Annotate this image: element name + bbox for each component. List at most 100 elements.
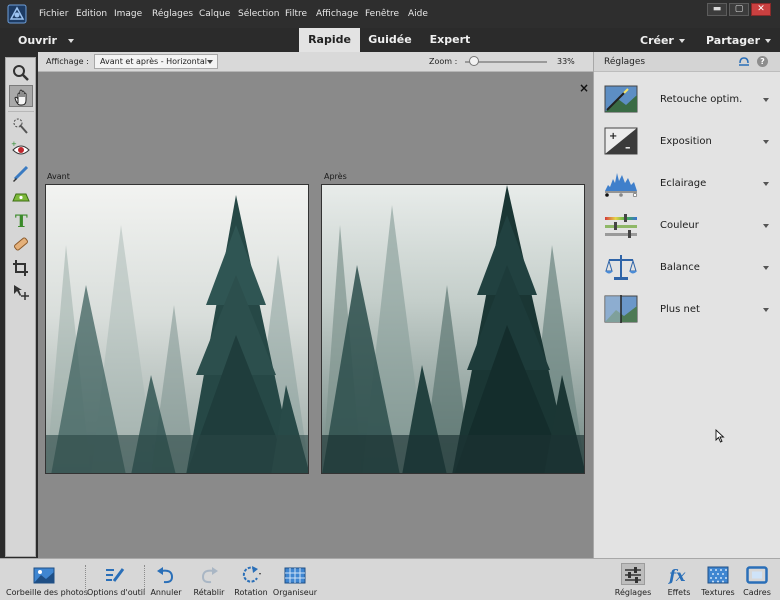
move-tool[interactable] xyxy=(9,281,33,303)
text-tool[interactable]: T xyxy=(9,209,33,231)
tab-expert[interactable]: Expert xyxy=(420,28,480,52)
create-menu-button[interactable]: Créer xyxy=(640,34,674,47)
effects-button[interactable]: fx Effets xyxy=(660,559,698,600)
tab-rapide[interactable]: Rapide xyxy=(299,28,360,52)
hand-tool[interactable] xyxy=(9,85,33,107)
adjustment-exposition[interactable]: + – Exposition xyxy=(594,122,780,164)
open-dropdown-caret-icon[interactable] xyxy=(68,39,74,43)
organizer-icon xyxy=(284,565,306,585)
color-sliders-icon xyxy=(604,211,638,239)
maximize-button[interactable]: ▢ xyxy=(729,3,749,16)
open-menu-button[interactable]: Ouvrir xyxy=(18,34,57,47)
photo-bin-button[interactable]: Corbeille des photos xyxy=(6,559,88,600)
adjustment-eclairage[interactable]: Eclairage xyxy=(594,164,780,206)
spot-healing-tool[interactable] xyxy=(9,233,33,255)
menu-reglages[interactable]: Réglages xyxy=(152,9,193,19)
quick-selection-icon xyxy=(13,118,28,134)
adjustment-label: Retouche optim. xyxy=(660,94,743,105)
menu-fichier[interactable]: Fichier xyxy=(39,9,68,19)
bandage-icon xyxy=(14,237,28,251)
quick-selection-tool[interactable] xyxy=(9,115,33,137)
zoom-tool[interactable] xyxy=(9,62,33,84)
redo-label: Rétablir xyxy=(193,588,225,597)
rotate-button[interactable]: Rotation xyxy=(232,559,270,600)
adjustment-label: Balance xyxy=(660,262,700,273)
adjustments-icon xyxy=(621,563,645,585)
menu-calque[interactable]: Calque xyxy=(199,9,230,19)
type-icon: T xyxy=(15,212,28,231)
tool-options-strip: Affichage : Avant et après - Horizontal … xyxy=(38,52,593,72)
frames-label: Cadres xyxy=(743,588,771,597)
exposure-icon: + – xyxy=(604,127,638,155)
menu-fenetre[interactable]: Fenêtre xyxy=(365,9,399,19)
expand-caret-icon xyxy=(763,266,769,270)
bottom-bar: Corbeille des photos Options d'outil Ann… xyxy=(0,558,780,600)
expand-caret-icon xyxy=(763,308,769,312)
zoom-slider-knob[interactable] xyxy=(468,56,479,66)
share-dropdown-caret-icon[interactable] xyxy=(765,39,771,43)
menubar: Fichier Edition Image Réglages Calque Sé… xyxy=(0,0,780,28)
bottom-separator xyxy=(85,565,86,595)
organizer-label: Organiseur xyxy=(272,588,318,597)
adjustment-balance[interactable]: Balance xyxy=(594,248,780,290)
mouse-cursor-icon xyxy=(715,428,725,446)
organizer-button[interactable]: Organiseur xyxy=(272,559,318,600)
menu-filtre[interactable]: Filtre xyxy=(285,9,307,19)
after-label: Après xyxy=(324,172,347,181)
tab-guidee[interactable]: Guidée xyxy=(360,28,420,52)
adjustment-plus-net[interactable]: Plus net xyxy=(594,290,780,332)
textures-label: Textures xyxy=(701,588,735,597)
levels-histogram-icon xyxy=(604,169,638,198)
zoom-label: Zoom : xyxy=(429,57,458,66)
help-icon[interactable]: ? xyxy=(757,56,768,67)
reset-panel-icon[interactable] xyxy=(738,56,750,68)
image-canvas[interactable]: × Avant Après xyxy=(38,72,593,558)
adjustment-label: Plus net xyxy=(660,304,700,315)
before-label: Avant xyxy=(47,172,70,181)
minimize-button[interactable]: ▬ xyxy=(707,3,727,16)
svg-text:+: + xyxy=(11,140,17,148)
adjustment-label: Couleur xyxy=(660,220,699,231)
frames-button[interactable]: Cadres xyxy=(738,559,776,600)
expand-caret-icon xyxy=(763,140,769,144)
crop-tool[interactable] xyxy=(9,257,33,279)
level-icon xyxy=(12,193,30,202)
balance-scale-icon xyxy=(604,253,638,281)
photo-bin-icon xyxy=(33,565,55,585)
create-dropdown-caret-icon[interactable] xyxy=(679,39,685,43)
zoom-value[interactable]: 33% xyxy=(557,57,575,66)
redo-icon xyxy=(198,565,220,585)
straighten-tool[interactable] xyxy=(9,185,33,207)
adjustments-panel-button[interactable]: Réglages xyxy=(613,559,653,600)
expand-caret-icon xyxy=(763,182,769,186)
menu-selection[interactable]: Sélection xyxy=(238,9,279,19)
adjustment-label: Exposition xyxy=(660,136,712,147)
menu-aide[interactable]: Aide xyxy=(408,9,428,19)
tool-options-button[interactable]: Options d'outil xyxy=(87,559,145,600)
foggy-forest-image xyxy=(46,185,308,473)
effects-label: Effets xyxy=(667,588,691,597)
textures-button[interactable]: Textures xyxy=(698,559,738,600)
menu-edition[interactable]: Edition xyxy=(76,9,107,19)
before-photo xyxy=(45,184,309,474)
menu-image[interactable]: Image xyxy=(114,9,142,19)
expand-caret-icon xyxy=(763,98,769,102)
app-logo-icon[interactable] xyxy=(7,4,27,24)
hand-icon xyxy=(14,89,27,106)
adjustment-retouche-optim[interactable]: Retouche optim. xyxy=(594,80,780,122)
view-mode-select[interactable]: Avant et après - Horizontal xyxy=(94,54,218,69)
textures-icon xyxy=(707,565,729,585)
close-window-button[interactable]: ✕ xyxy=(751,3,771,16)
brush-icon xyxy=(13,165,29,182)
share-menu-button[interactable]: Partager xyxy=(706,34,760,47)
redo-button[interactable]: Rétablir xyxy=(190,559,228,600)
menu-affichage[interactable]: Affichage xyxy=(316,9,358,19)
red-eye-tool[interactable]: + xyxy=(9,139,33,161)
undo-button[interactable]: Annuler xyxy=(147,559,185,600)
undo-label: Annuler xyxy=(150,588,182,597)
close-view-button[interactable]: × xyxy=(579,81,589,95)
adjustments-panel: Réglages ? Retouche optim. + – Exposition… xyxy=(593,52,780,558)
effects-fx-icon: fx xyxy=(668,565,690,585)
adjustment-couleur[interactable]: Couleur xyxy=(594,206,780,248)
whiten-teeth-tool[interactable] xyxy=(9,162,33,184)
